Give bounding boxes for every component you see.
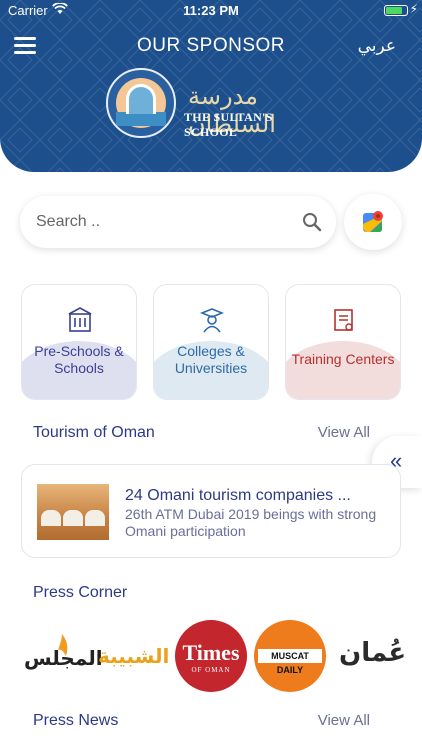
section-title-press-corner: Press Corner xyxy=(33,584,128,601)
news-thumbnail xyxy=(37,484,109,540)
press-logo-muscat-daily[interactable]: MUSCAT DAILY xyxy=(254,620,326,692)
search-input[interactable] xyxy=(36,210,286,234)
category-label: Training Centers xyxy=(291,351,395,367)
category-colleges[interactable]: Colleges & Universities xyxy=(153,284,269,400)
section-title-press-news: Press News xyxy=(33,712,119,729)
press-logo-alshabiba[interactable]: الشبيبة xyxy=(96,620,170,692)
search-icon[interactable] xyxy=(302,212,322,232)
category-label: Colleges & Universities xyxy=(174,343,248,376)
language-toggle[interactable]: عربي xyxy=(358,36,396,56)
press-logo-text: عُمان xyxy=(339,638,407,668)
press-logo-text: المجلس xyxy=(24,646,103,670)
press-logo-almajlis[interactable]: المجلس xyxy=(18,620,103,692)
tourism-view-all-link[interactable]: View All xyxy=(318,424,370,441)
press-logo-times-of-oman[interactable]: Times OF OMAN xyxy=(175,620,247,692)
google-maps-icon xyxy=(363,211,383,232)
map-button[interactable] xyxy=(344,194,402,250)
graduate-icon xyxy=(200,308,224,333)
news-subtitle: 26th ATM Dubai 2019 beings with strong O… xyxy=(125,506,377,539)
sponsor-name-english: THE SULTAN'S SCHOOL xyxy=(184,110,273,139)
school-seal-icon xyxy=(106,68,176,138)
press-logo-oman[interactable]: عُمان xyxy=(335,620,407,692)
school-building-icon xyxy=(68,307,92,332)
press-logo-text: MUSCAT DAILY xyxy=(258,649,322,675)
status-bar: Carrier 11:23 PM ⚡ xyxy=(0,0,422,22)
tourism-news-card[interactable]: 24 Omani tourism companies ... 26th ATM … xyxy=(21,464,401,558)
battery-icon xyxy=(384,5,408,16)
certificate-icon xyxy=(334,309,353,331)
charging-icon: ⚡ xyxy=(409,2,418,16)
category-schools[interactable]: Pre-Schools & Schools xyxy=(21,284,137,400)
section-title-tourism: Tourism of Oman xyxy=(33,424,155,441)
category-label: Pre-Schools & Schools xyxy=(34,343,124,376)
sponsor-logo[interactable]: مدرسة السلطان THE SULTAN'S SCHOOL xyxy=(106,68,316,139)
news-title: 24 Omani tourism companies ... xyxy=(125,487,351,504)
search-bar[interactable] xyxy=(20,196,336,248)
category-training-centers[interactable]: Training Centers xyxy=(285,284,401,400)
header-banner: OUR SPONSOR عربي مدرسة السلطان THE SULTA… xyxy=(0,0,422,172)
press-news-view-all-link[interactable]: View All xyxy=(318,712,370,729)
status-time: 11:23 PM xyxy=(183,3,239,18)
press-logo-subtext: OF OMAN xyxy=(191,666,231,674)
press-logo-text: Times xyxy=(182,640,240,665)
press-logo-text: الشبيبة xyxy=(98,644,170,668)
